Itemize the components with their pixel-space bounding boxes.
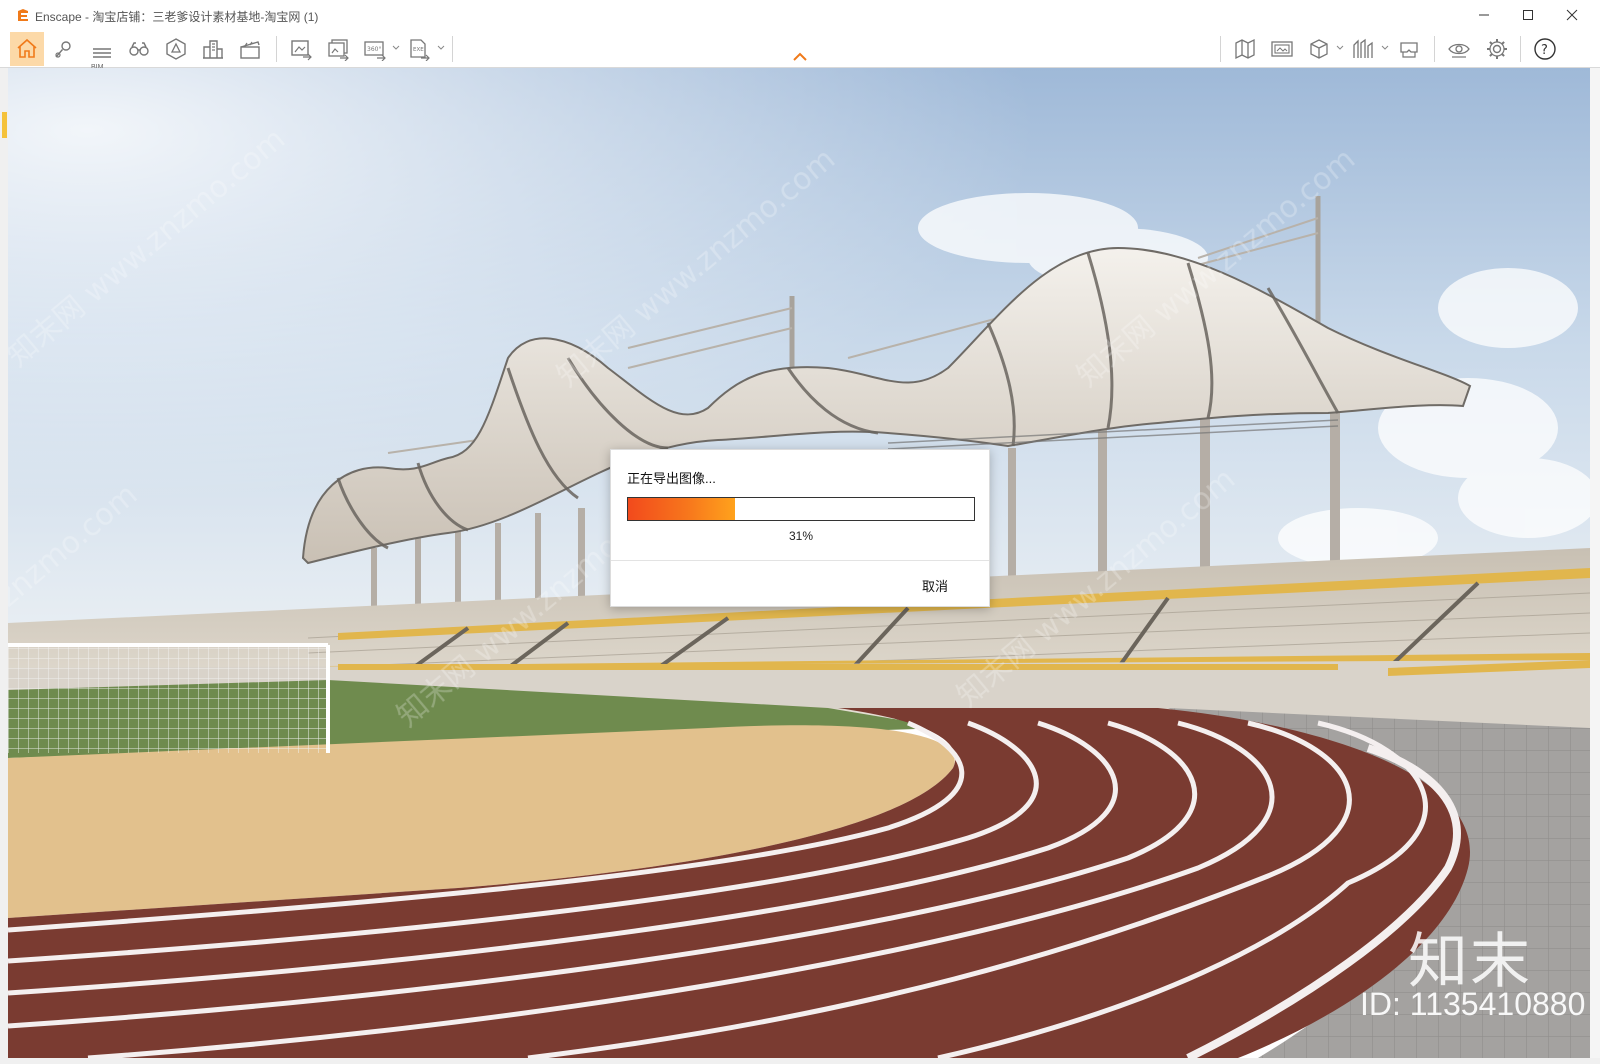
screenshot-button[interactable] (284, 32, 318, 66)
toolbar-separator (1434, 36, 1435, 62)
binoculars-icon (129, 42, 149, 56)
enscape-logo-icon (18, 9, 28, 21)
bim-button[interactable] (85, 32, 119, 66)
progress-fill (628, 498, 736, 520)
visibility-button[interactable] (1442, 32, 1476, 66)
help-button[interactable]: ? (1528, 32, 1562, 66)
clapperboard-icon (240, 41, 260, 59)
location-button[interactable] (47, 32, 81, 66)
buildings-button[interactable] (196, 32, 230, 66)
maximize-button[interactable] (1510, 4, 1546, 26)
toolbar-separator (276, 36, 277, 62)
image-view-button[interactable] (1265, 32, 1299, 66)
asset-library-icon (166, 38, 186, 60)
dialog-divider (611, 560, 989, 561)
views-button[interactable] (122, 32, 156, 66)
svg-text:?: ? (1541, 43, 1548, 58)
window-title: Enscape - 淘宝店铺：三老爹设计素材基地-淘宝网 (1) (35, 10, 319, 24)
location-pin-icon (55, 41, 71, 58)
cube-view-button[interactable] (1302, 32, 1336, 66)
svg-text:360°: 360° (367, 46, 381, 53)
image-view-icon (1271, 41, 1293, 57)
minimize-button[interactable] (1466, 4, 1502, 26)
video-editor-button[interactable] (233, 32, 267, 66)
asset-library-button[interactable] (159, 32, 193, 66)
cube-view-icon (1310, 39, 1328, 59)
sync-views-dropdown-icon[interactable] (1381, 44, 1389, 52)
collapse-toolbar-chevron-icon[interactable] (792, 52, 808, 62)
vr-headset-icon (1400, 42, 1418, 58)
window-edge (1590, 68, 1600, 1064)
toolbar-separator (1220, 36, 1221, 62)
cube-view-dropdown-icon[interactable] (1336, 44, 1344, 52)
buildings-icon (203, 40, 223, 59)
vr-headset-button[interactable] (1392, 32, 1426, 66)
panorama-dropdown-icon[interactable] (392, 44, 400, 52)
bim-list-icon (93, 48, 111, 58)
screenshot-export-icon (291, 40, 312, 61)
batch-render-button[interactable] (321, 32, 355, 66)
panorama-360-icon: 360° (364, 41, 386, 61)
dialog-title: 正在导出图像... (627, 471, 716, 486)
map-button[interactable] (1228, 32, 1262, 66)
cancel-button[interactable]: 取消 (922, 576, 948, 595)
progress-percentage: 31% (788, 529, 814, 543)
toolbar-separator (1520, 36, 1521, 62)
minimize-icon (1479, 14, 1489, 16)
exe-export-icon: EXE (410, 39, 430, 61)
toolbar: BIM 360° EXE ? (0, 30, 1600, 71)
window-bottom-edge (0, 1058, 1600, 1064)
home-button[interactable] (10, 32, 44, 66)
map-icon (1235, 38, 1255, 60)
toolbar-separator (452, 36, 453, 62)
panorama-button[interactable]: 360° (358, 32, 392, 66)
settings-gear-icon (1487, 39, 1507, 59)
watermark-id: ID: 1135410880 (1360, 986, 1586, 1022)
home-icon (17, 38, 37, 58)
background-window-edge (0, 68, 8, 1064)
close-icon (1566, 9, 1578, 21)
title-bar: Enscape - 淘宝店铺：三老爹设计素材基地-淘宝网 (1) (0, 0, 1600, 30)
exe-export-button[interactable]: EXE (402, 32, 436, 66)
export-progress-bar (627, 497, 975, 521)
exe-dropdown-icon[interactable] (437, 44, 445, 52)
sync-views-button[interactable] (1346, 32, 1380, 66)
export-progress-dialog: 正在导出图像... 31% 取消 (610, 449, 990, 607)
eye-visibility-icon (1448, 43, 1470, 58)
svg-text:EXE: EXE (413, 47, 424, 53)
sync-views-icon (1353, 38, 1373, 58)
settings-button[interactable] (1480, 32, 1514, 66)
help-icon: ? (1534, 38, 1556, 60)
batch-render-icon (328, 39, 349, 61)
close-button[interactable] (1554, 4, 1590, 26)
maximize-icon (1523, 10, 1533, 20)
